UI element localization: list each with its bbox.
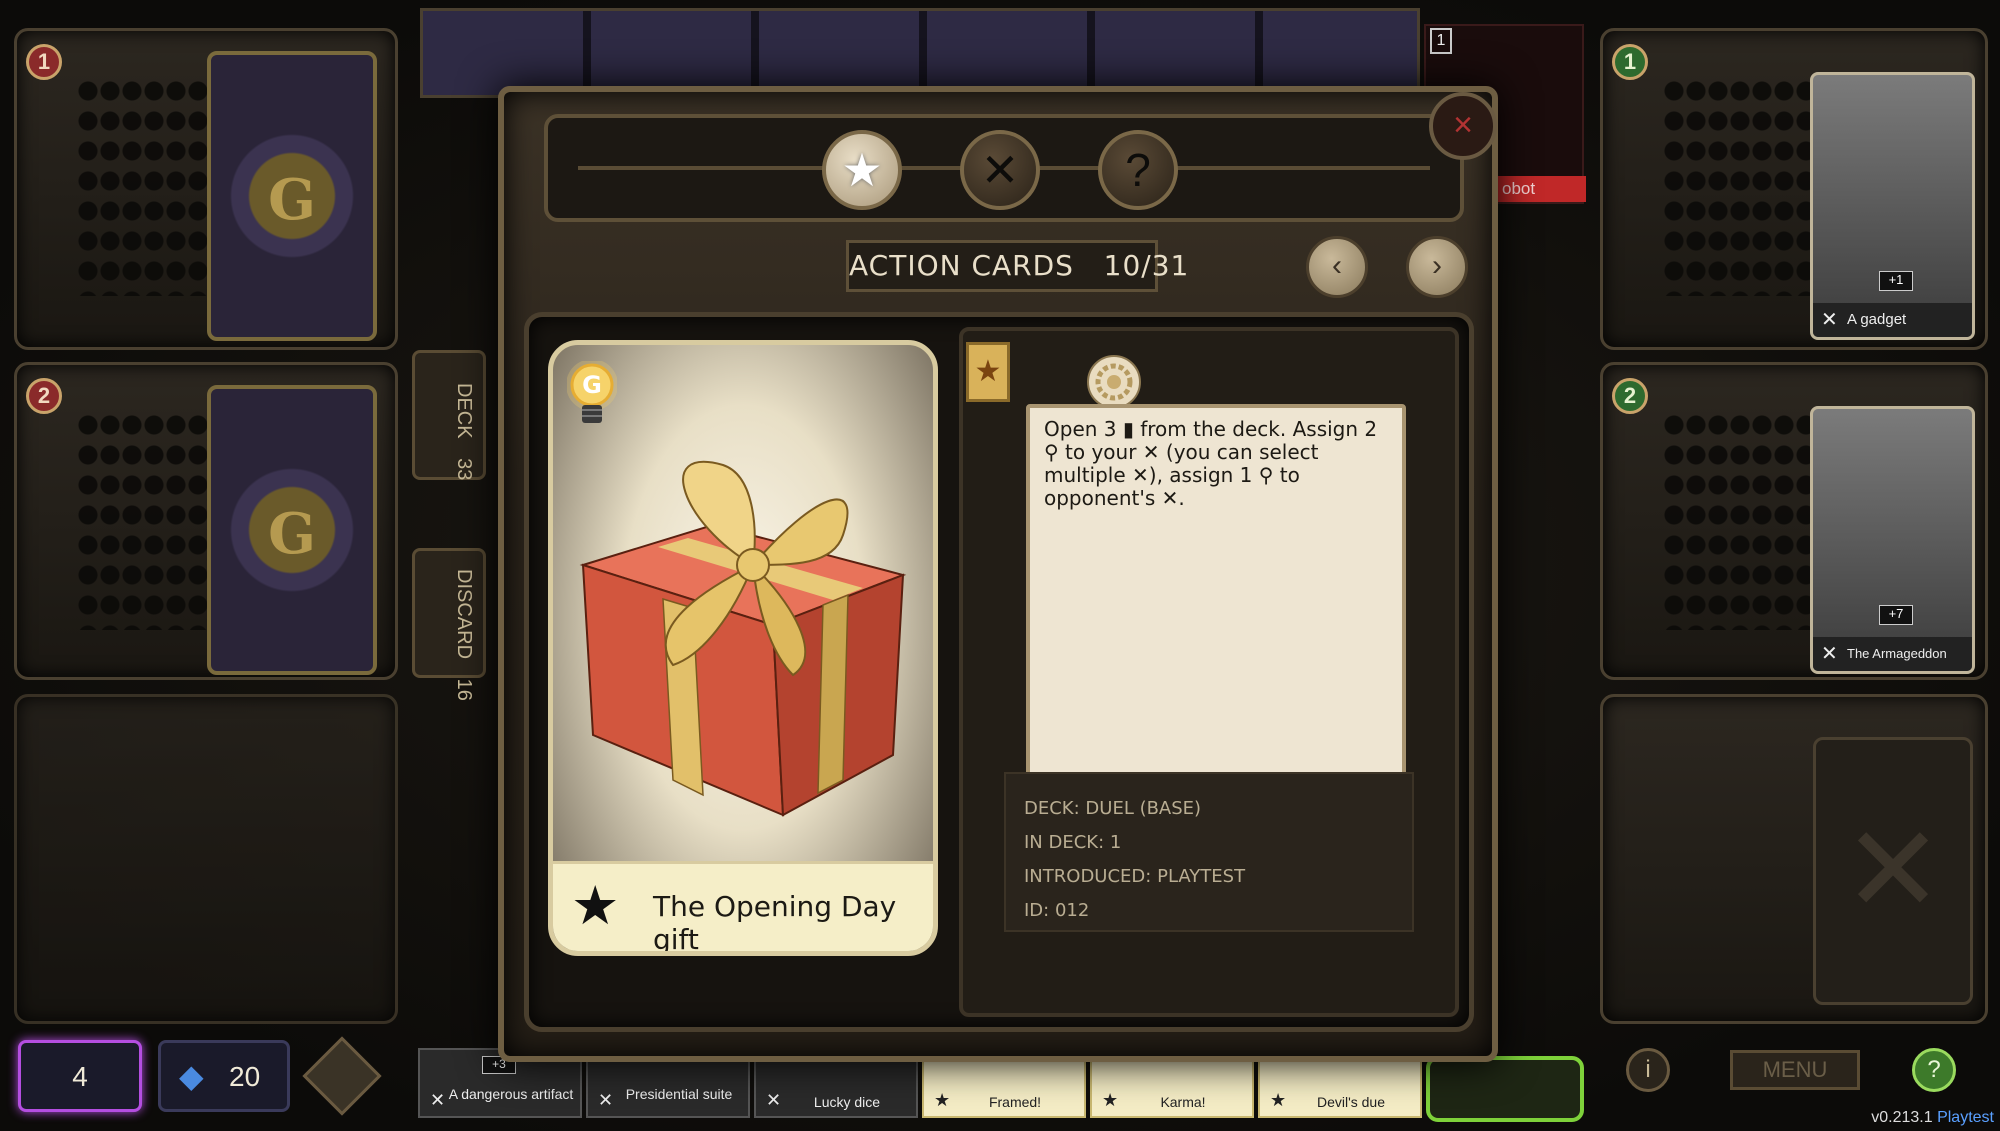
help-button[interactable]: ? — [1912, 1048, 1956, 1092]
tab-rail: ★ ✕ ? — [544, 114, 1464, 222]
close-icon: × — [1453, 106, 1473, 144]
robot-count: 1 — [1430, 28, 1452, 54]
meta-row-introduced: Introduced: PLAYTEST — [1024, 866, 1246, 887]
card-counter: ACTION CARDS 10/31 — [846, 240, 1188, 292]
gear-icon — [1087, 355, 1141, 409]
pip-grid — [77, 410, 227, 630]
tools-icon: ✕ — [598, 1090, 614, 1110]
tab-action-cards[interactable]: ★ — [822, 130, 902, 210]
version-label: v0.213.1 Playtest — [1871, 1109, 1994, 1126]
tools-icon: ✕ — [980, 144, 1020, 196]
card-viewer-modal: ★ ✕ ? × ACTION CARDS 10/31 ‹ › G ★ The O… — [498, 86, 1498, 1062]
energy-counter: 4 — [18, 1040, 142, 1112]
card-description: Open 3 ▮ from the deck. Assign 2 ⚲ to yo… — [1026, 404, 1406, 804]
tab-help[interactable]: ? — [1098, 130, 1178, 210]
deck-count: 33 — [453, 458, 475, 481]
deck-cardback — [207, 385, 377, 675]
star-icon: ★ — [974, 355, 1002, 388]
enemy-card-label: ✕ A gadget — [1813, 303, 1972, 337]
hand-card-title: Lucky dice — [813, 1094, 881, 1110]
star-icon: ★ — [1102, 1090, 1119, 1110]
hand-card-title: Framed! — [988, 1094, 1042, 1110]
player-panel-left-empty — [14, 694, 398, 1024]
player-panel-left-1 — [14, 28, 398, 350]
settings-diamond-button[interactable] — [302, 1036, 382, 1116]
pip-grid — [1663, 76, 1813, 296]
card-metadata: Deck: DUEL (BASE) In deck: 1 Introduced:… — [1004, 772, 1414, 932]
close-button[interactable]: × — [1429, 92, 1497, 160]
prev-card-button[interactable]: ‹ — [1306, 236, 1368, 298]
card-title-bar: ★ The Opening Day gift — [553, 861, 933, 951]
deck-pile[interactable]: DECK 33 — [412, 350, 486, 480]
action-card-preview: G ★ The Opening Day gift — [548, 340, 938, 956]
star-icon: ★ — [934, 1090, 951, 1110]
hand-card-title: Presidential suite — [625, 1086, 733, 1102]
player-number-badge: 2 — [1612, 378, 1648, 414]
player-panel-left-2 — [14, 362, 398, 680]
enemy-card-armageddon-clock[interactable]: +7 ✕The Armageddon Clock — [1810, 406, 1975, 674]
card-title: The Opening Day gift — [653, 890, 897, 956]
tab-tool-cards[interactable]: ✕ — [960, 130, 1040, 210]
discard-count: 16 — [453, 678, 475, 701]
meta-row-deck: Deck: DUEL (BASE) — [1024, 798, 1202, 819]
card-power-badge: +1 — [1879, 271, 1913, 291]
gem-icon: ◆ — [179, 1058, 204, 1094]
tools-icon: ✕ — [1821, 643, 1838, 665]
hand-card-title: Devil's due — [1316, 1094, 1386, 1110]
pip-grid — [77, 76, 227, 296]
meta-row-id: ID: 012 — [1024, 900, 1090, 921]
player-number-badge: 1 — [1612, 44, 1648, 80]
meta-row-in-deck: In deck: 1 — [1024, 832, 1122, 853]
player-number-badge: 2 — [26, 378, 62, 414]
player-panel-right-empty: ✕ — [1600, 694, 1988, 1024]
pip-grid — [1663, 410, 1813, 630]
player-avatars[interactable] — [1426, 1056, 1584, 1122]
player-number-badge: 1 — [26, 44, 62, 80]
tools-icon: ✕ — [766, 1090, 782, 1110]
question-icon: ? — [1125, 144, 1151, 196]
svg-text:G: G — [582, 371, 602, 399]
star-icon: ★ — [841, 144, 883, 196]
deck-label: DECK — [453, 383, 475, 439]
hand-card-title: A dangerous artifact — [448, 1086, 574, 1102]
enemy-card-label: ✕The Armageddon Clock — [1813, 637, 1972, 671]
discard-pile[interactable]: DISCARD 16 — [412, 548, 486, 701]
hand-card-title: Karma! — [1160, 1094, 1206, 1110]
tools-icon: ✕ — [430, 1090, 446, 1110]
robot-label: obot — [1496, 176, 1586, 202]
info-button[interactable]: i — [1626, 1048, 1670, 1092]
chevron-right-icon: › — [1432, 249, 1442, 282]
chevron-left-icon: ‹ — [1332, 249, 1342, 282]
gift-box-illustration — [579, 460, 907, 817]
deck-cardback — [207, 51, 377, 341]
enemy-card-gadget[interactable]: +1 ✕ A gadget — [1810, 72, 1975, 340]
discard-label: DISCARD — [453, 569, 475, 660]
gem-counter: ◆ 20 — [158, 1040, 290, 1112]
add-tool-slot[interactable]: ✕ — [1813, 737, 1973, 1005]
tools-icon: ✕ — [1821, 309, 1838, 331]
card-type-badge: ★ — [966, 342, 1010, 402]
star-icon: ★ — [571, 876, 620, 936]
next-card-button[interactable]: › — [1406, 236, 1468, 298]
star-icon: ★ — [1270, 1090, 1287, 1110]
opponent-card-row — [420, 8, 1420, 98]
card-power-badge: +7 — [1879, 605, 1913, 625]
game-board: 1 2 DECK 33 DISCARD 16 1 obot 1 +1 ✕A ga… — [0, 0, 2000, 1131]
menu-button[interactable]: MENU — [1730, 1050, 1860, 1090]
